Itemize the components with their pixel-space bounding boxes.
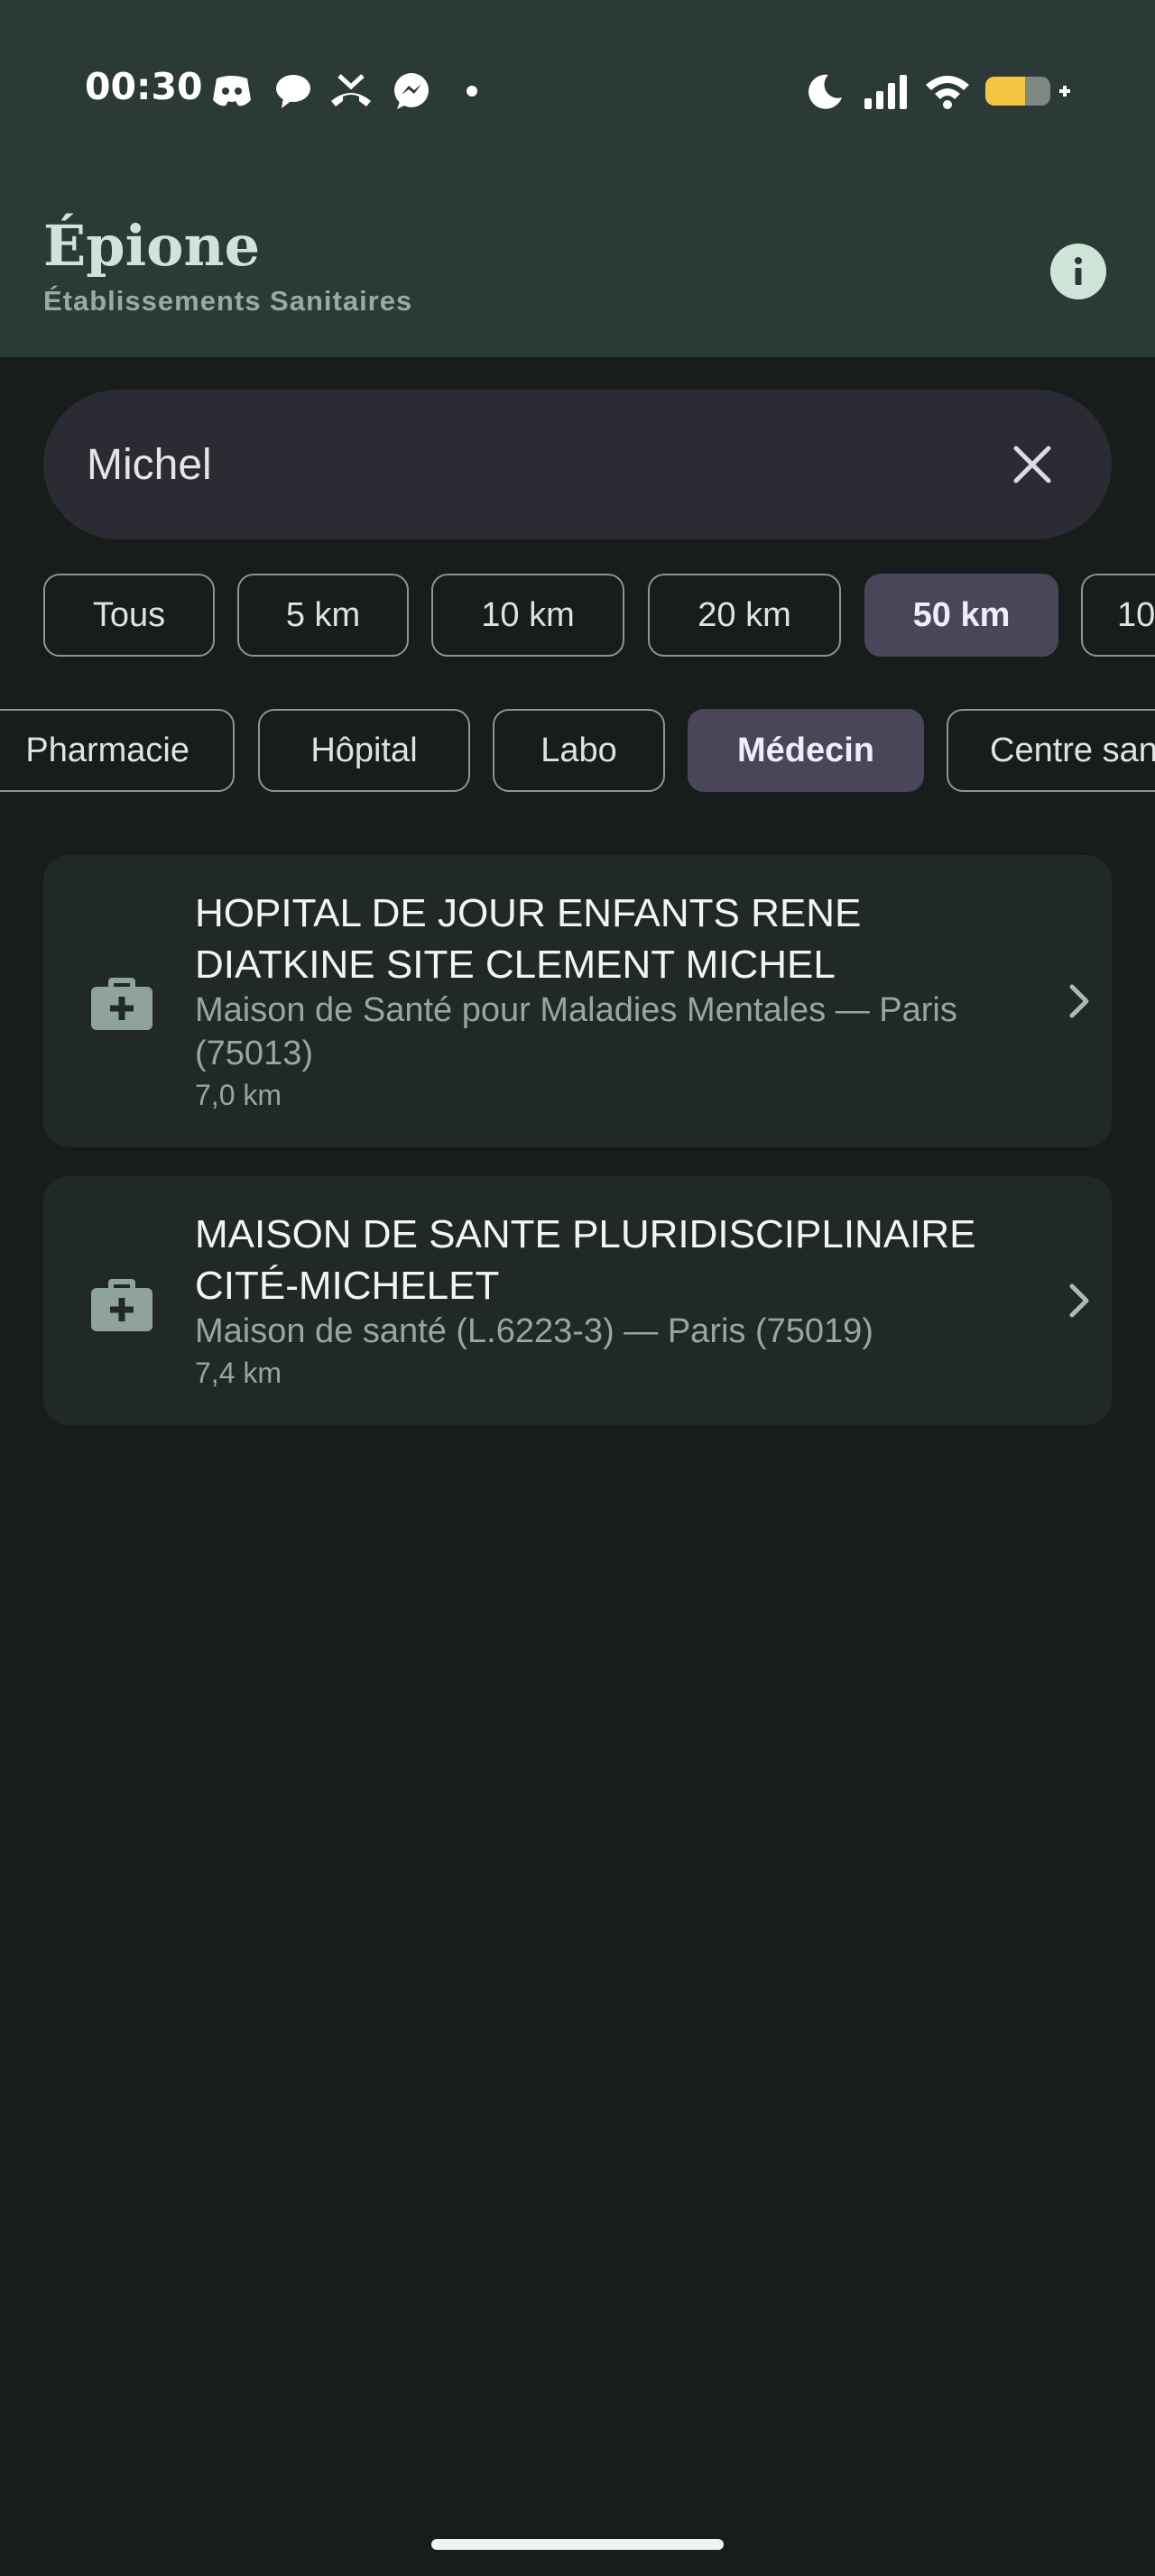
chat-bubble-icon [274,54,312,128]
result-name: HOPITAL DE JOUR ENFANTS RENE DIATKINE SI… [195,891,862,987]
app-bar: 00:30 Épione Établissements Sanitaires [0,0,1155,357]
chip-distance-all[interactable]: Tous [43,574,215,657]
moon-icon [807,54,845,128]
chip-distance-50km[interactable]: 50 km [864,574,1058,657]
discord-icon [211,54,253,128]
chip-type-hopital[interactable]: Hôpital [258,709,470,792]
dot-icon [466,54,478,128]
app-title: Épione [43,213,261,279]
status-bar: 00:30 [0,54,1155,128]
chip-distance-20km[interactable]: 20 km [648,574,841,657]
chip-type-medecin[interactable]: Médecin [688,709,924,792]
chevron-right-icon [1069,984,1089,1018]
result-card[interactable]: HOPITAL DE JOUR ENFANTS RENE DIATKINE SI… [43,855,1112,1147]
result-detail: Maison de Santé pour Maladies Mentales —… [195,991,957,1072]
chip-type-labo[interactable]: Labo [493,709,665,792]
chip-distance-10km[interactable]: 10 km [431,574,624,657]
info-button[interactable] [1050,244,1106,299]
chevron-right-icon [1069,1283,1089,1318]
chip-type-centre-sante[interactable]: Centre santé [947,709,1155,792]
info-icon [1075,257,1082,285]
result-distance: 7,0 km [195,1079,282,1111]
home-indicator[interactable] [431,2539,724,2550]
wifi-icon [924,54,971,128]
type-filter-row: Pharmacie Hôpital Labo Médecin Centre sa… [0,709,1155,796]
search-input[interactable]: Michel [87,390,989,539]
close-icon [1013,446,1051,483]
clear-search-button[interactable] [1000,432,1065,497]
app-subtitle: Établissements Sanitaires [43,285,413,317]
result-card[interactable]: MAISON DE SANTE PLURIDISCIPLINAIRE CITÉ-… [43,1176,1112,1425]
missed-call-icon [328,54,374,128]
chip-distance-100km[interactable]: 100 km [1081,574,1155,657]
distance-filter-row: Tous 5 km 10 km 20 km 50 km 100 km [0,574,1155,660]
result-distance: 7,4 km [195,1357,282,1389]
medical-bag-icon [91,1279,152,1331]
result-name: MAISON DE SANTE PLURIDISCIPLINAIRE CITÉ-… [195,1212,976,1308]
signal-icon [863,54,910,128]
messenger-icon [392,54,431,128]
status-time: 00:30 [85,65,203,108]
result-detail: Maison de santé (L.6223-3) — Paris (7501… [195,1312,873,1350]
chip-type-pharmacie[interactable]: Pharmacie [0,709,235,792]
battery-icon [984,54,1070,128]
search-bar: Michel [43,390,1112,539]
chip-distance-5km[interactable]: 5 km [237,574,409,657]
medical-bag-icon [91,978,152,1030]
